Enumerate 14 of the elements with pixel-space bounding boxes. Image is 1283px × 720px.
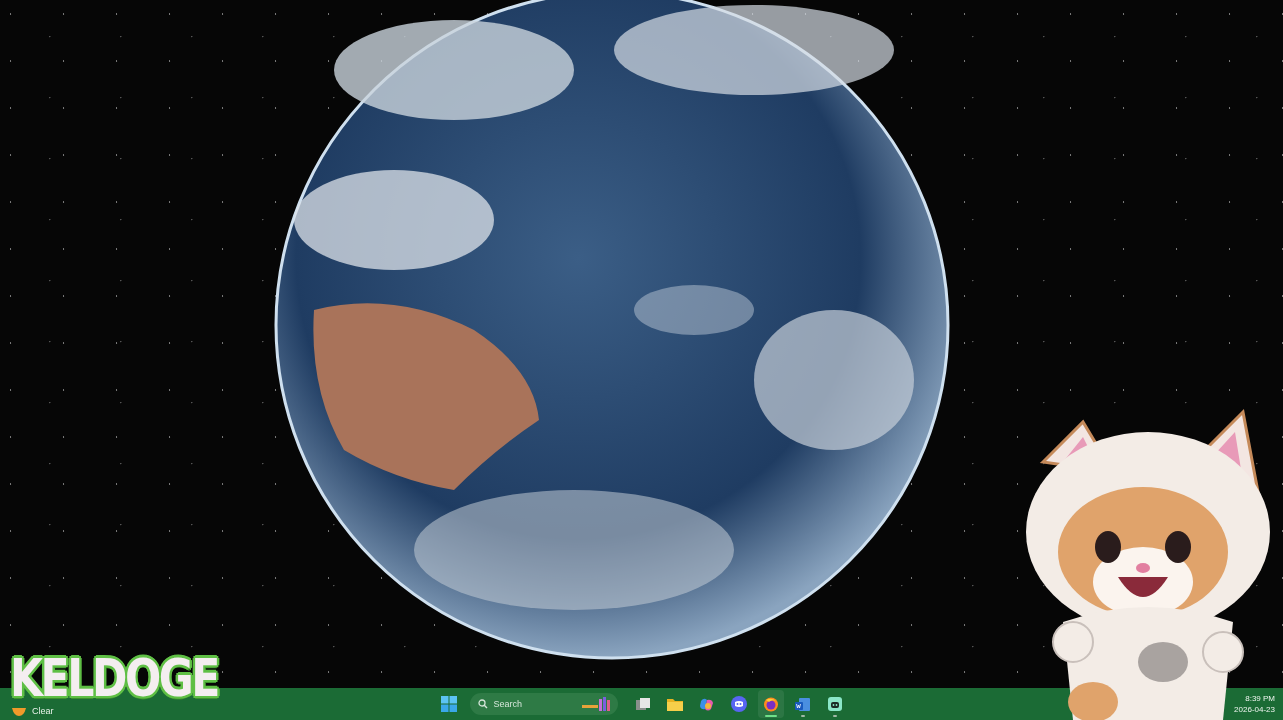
- search-icon: [477, 699, 488, 709]
- sun-icon[interactable]: [12, 708, 26, 716]
- books-icon: [581, 696, 612, 712]
- search-field[interactable]: Search: [469, 693, 618, 715]
- swirl-icon: [699, 696, 714, 712]
- clock-time[interactable]: 8:39 PM: [1245, 693, 1275, 704]
- document-icon: [795, 696, 810, 712]
- weather-text[interactable]: Clear: [32, 706, 54, 716]
- clock-date[interactable]: 2026-04-23: [1234, 704, 1275, 715]
- four-squares-icon: [440, 696, 457, 712]
- robot-icon: [826, 696, 843, 712]
- task-view-icon: [635, 698, 650, 710]
- logo-text: KELDOGE: [10, 652, 218, 704]
- folder-icon: [666, 697, 683, 711]
